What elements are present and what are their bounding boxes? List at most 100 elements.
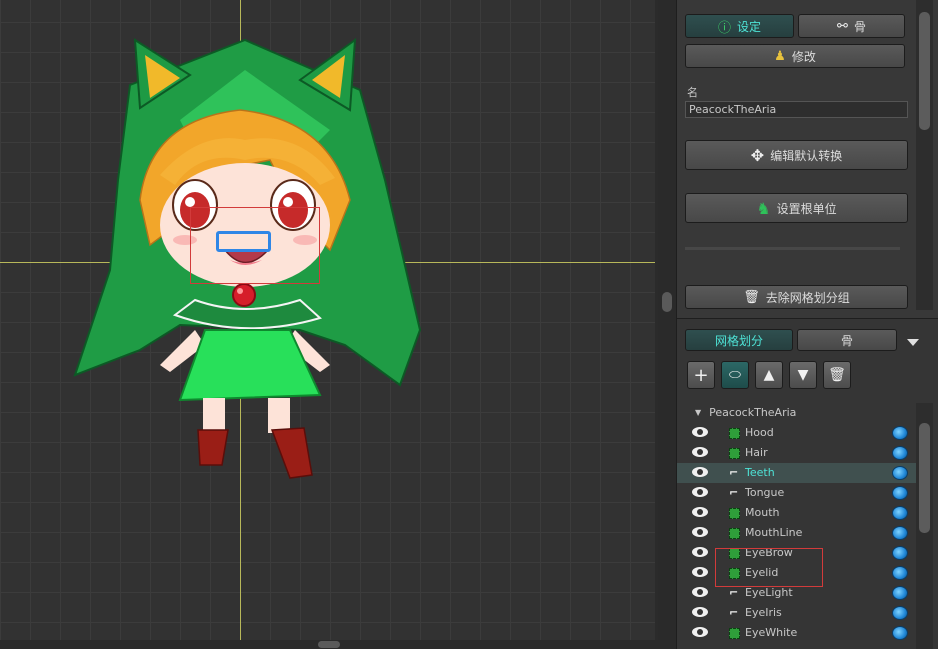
tree-row-label: Mouth — [745, 506, 780, 519]
visibility-toggle-icon[interactable] — [892, 606, 908, 620]
eye-icon[interactable] — [692, 607, 708, 617]
scroll-thumb[interactable] — [318, 641, 340, 648]
set-root-unit-label: 设置根单位 — [776, 201, 837, 216]
remove-mesh-group-button[interactable]: 🗑 去除网格划分组 — [685, 285, 908, 309]
tree-row[interactable]: Hair — [677, 443, 917, 463]
tree-row-label: Teeth — [745, 466, 775, 479]
eye-icon[interactable] — [692, 547, 708, 557]
visibility-toggle-icon[interactable] — [892, 566, 908, 580]
visibility-toggle-icon[interactable] — [892, 626, 908, 640]
edit-default-transform-label: 编辑默认转换 — [770, 148, 843, 163]
tree-row[interactable]: Hood — [677, 423, 917, 443]
tab-mesh-division-label: 网格划分 — [714, 333, 763, 348]
teeth-mesh-highlight[interactable] — [216, 231, 271, 252]
tree-row-label: MouthLine — [745, 526, 803, 539]
move-up-icon: ▲ — [763, 367, 775, 383]
info-icon: ⓘ — [717, 20, 731, 36]
delete-button[interactable]: 🗑 — [823, 361, 851, 389]
tree-row-label: Tongue — [745, 486, 785, 499]
trash-icon: 🗑 — [828, 367, 846, 383]
mesh-icon — [729, 428, 740, 439]
move-down-icon: ▼ — [797, 367, 809, 383]
tab-bone[interactable]: ⚯ 骨 — [798, 14, 905, 38]
eye-icon[interactable] — [692, 527, 708, 537]
panel-scrollbar[interactable] — [916, 0, 933, 310]
hierarchy-panel: 网格划分 骨 + ⬭ ▲ ▼ 🗑 ▼ PeacockTheAria Hood Ha… — [677, 318, 938, 649]
modify-button[interactable]: ♟ 修改 — [685, 44, 905, 68]
eye-icon[interactable] — [692, 587, 708, 597]
bone-icon: ⚯ — [837, 18, 848, 34]
eye-icon[interactable] — [692, 487, 708, 497]
tree-row-label: Hair — [745, 446, 768, 459]
hierarchy-scrollbar[interactable] — [916, 403, 933, 649]
scroll-thumb[interactable] — [919, 423, 930, 533]
visibility-toggle-icon[interactable] — [892, 586, 908, 600]
eye-icon[interactable] — [692, 467, 708, 477]
tree-row[interactable]: ⌐ Teeth — [677, 463, 917, 483]
plus-icon: + — [693, 364, 709, 386]
tab-mesh-division[interactable]: 网格划分 — [685, 329, 793, 351]
eye-icon[interactable] — [692, 447, 708, 457]
edit-default-transform-button[interactable]: ✥ 编辑默认转换 — [685, 140, 908, 170]
tree-row[interactable]: ⌐ EyeIris — [677, 603, 917, 623]
mesh-icon — [729, 508, 740, 519]
viewport-horizontal-scrollbar[interactable] — [0, 640, 676, 649]
mesh-icon — [729, 628, 740, 639]
visibility-toggle-icon[interactable] — [892, 526, 908, 540]
eye-icon[interactable] — [692, 427, 708, 437]
character-preview[interactable] — [0, 0, 655, 640]
set-root-unit-button[interactable]: ♞ 设置根单位 — [685, 193, 908, 223]
tree-row-label: EyeIris — [745, 606, 782, 619]
tree-root[interactable]: ▼ PeacockTheAria — [695, 406, 796, 419]
dropdown-arrow-icon[interactable] — [907, 339, 919, 346]
eye-icon[interactable] — [692, 627, 708, 637]
tree-row-label: Hood — [745, 426, 774, 439]
tab-settings-label: 设定 — [737, 19, 762, 34]
visibility-toggle-icon[interactable] — [892, 486, 908, 500]
mesh-icon — [729, 448, 740, 459]
inspector-panel: ⓘ 设定 ⚯ 骨 ♟ 修改 名 PeacockTheAria ✥ 编辑默认转换 … — [676, 0, 938, 649]
editor-window: ⓘ 设定 ⚯ 骨 ♟ 修改 名 PeacockTheAria ✥ 编辑默认转换 … — [0, 0, 938, 649]
mesh-group-icon: ⬭ — [729, 367, 741, 383]
bone-icon: ⌐ — [729, 586, 739, 599]
scroll-thumb[interactable] — [919, 12, 930, 130]
tab-bones[interactable]: 骨 — [797, 329, 897, 351]
add-button[interactable]: + — [687, 361, 715, 389]
eye-icon[interactable] — [692, 567, 708, 577]
eye-icon[interactable] — [692, 507, 708, 517]
name-field[interactable]: PeacockTheAria — [685, 101, 908, 118]
person-icon: ♟ — [774, 48, 786, 64]
visibility-toggle-icon[interactable] — [892, 426, 908, 440]
divider — [685, 247, 900, 250]
tree-root-label: PeacockTheAria — [709, 406, 797, 419]
trash-icon: 🗑 — [743, 289, 760, 305]
remove-mesh-group-label: 去除网格划分组 — [765, 290, 850, 305]
tab-settings[interactable]: ⓘ 设定 — [685, 14, 794, 38]
tab-bones-label: 骨 — [840, 333, 853, 348]
tree-row[interactable]: Mouth — [677, 503, 917, 523]
bone-icon: ⌐ — [729, 606, 739, 619]
tree-row[interactable]: MouthLine — [677, 523, 917, 543]
visibility-toggle-icon[interactable] — [892, 546, 908, 560]
viewport-vertical-scrollbar[interactable] — [658, 0, 676, 640]
tree-selection-box — [715, 548, 823, 587]
visibility-toggle-icon[interactable] — [892, 466, 908, 480]
tree-row-label: EyeWhite — [745, 626, 798, 639]
visibility-toggle-icon[interactable] — [892, 446, 908, 460]
visibility-toggle-icon[interactable] — [892, 506, 908, 520]
move-down-button[interactable]: ▼ — [789, 361, 817, 389]
expand-triangle-icon[interactable]: ▼ — [695, 408, 701, 417]
move-up-button[interactable]: ▲ — [755, 361, 783, 389]
mesh-group-button[interactable]: ⬭ — [721, 361, 749, 389]
scroll-thumb[interactable] — [662, 292, 672, 312]
name-label: 名 — [687, 86, 698, 99]
canvas-viewport[interactable] — [0, 0, 655, 640]
bone-icon: ⌐ — [729, 486, 739, 499]
transform-gizmo-icon: ✥ — [750, 145, 765, 165]
bone-icon: ⌐ — [729, 466, 739, 479]
modify-button-label: 修改 — [791, 49, 816, 64]
tree-row[interactable]: EyeWhite — [677, 623, 917, 643]
tab-bone-label: 骨 — [853, 19, 866, 34]
character-icon: ♞ — [756, 198, 771, 218]
tree-row[interactable]: ⌐ Tongue — [677, 483, 917, 503]
